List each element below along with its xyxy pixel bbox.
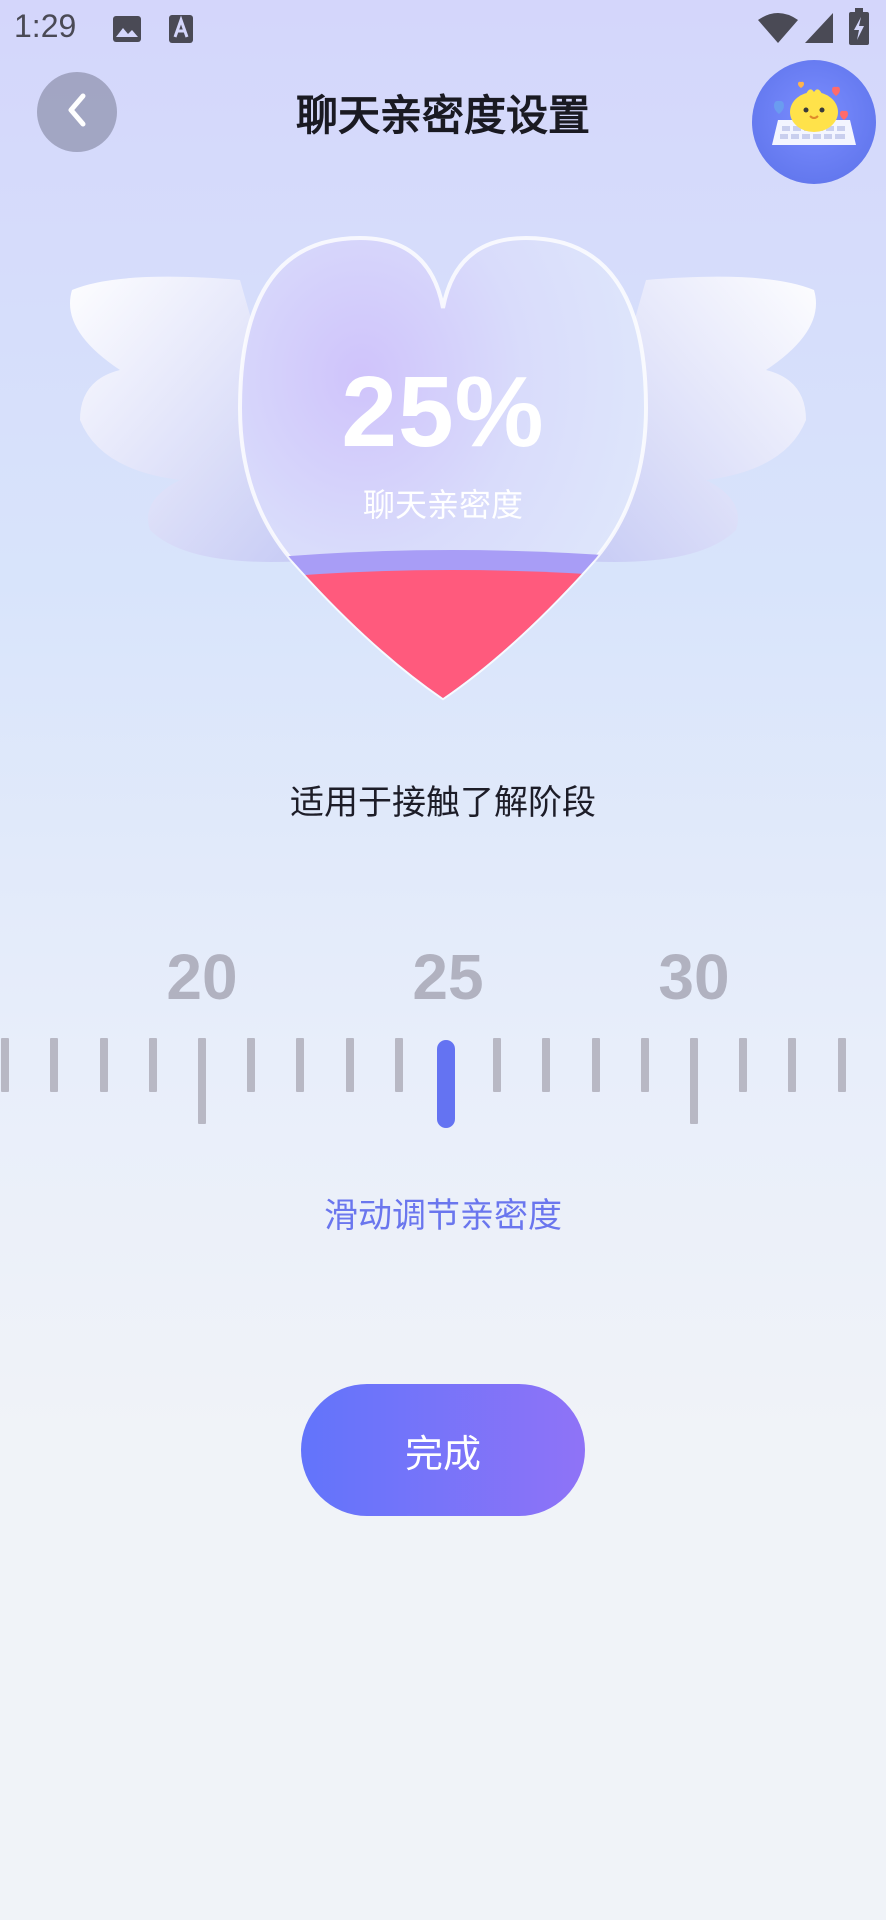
ruler-tick — [148, 1038, 157, 1092]
done-button[interactable]: 完成 — [301, 1384, 585, 1516]
ruler-indicator[interactable] — [437, 1040, 455, 1128]
stage-description: 适用于接触了解阶段 — [290, 783, 596, 823]
intimacy-percent: 25% — [341, 356, 545, 468]
chick-keyboard-mascot-icon — [772, 81, 856, 145]
image-icon — [112, 15, 142, 47]
ruler-tick — [99, 1038, 108, 1092]
ruler-tick — [394, 1038, 403, 1092]
ruler-tick — [739, 1038, 748, 1092]
ruler-tick — [50, 1038, 59, 1092]
ruler-tick — [345, 1038, 354, 1092]
ruler-label-25: 25 — [412, 941, 484, 1013]
ruler-tick — [247, 1038, 256, 1092]
ruler-tick — [493, 1038, 502, 1092]
ruler-tick — [542, 1038, 551, 1092]
ruler-major-tick — [198, 1038, 206, 1124]
ruler-tick — [640, 1038, 649, 1092]
ruler-tick — [837, 1038, 846, 1092]
font-a-icon — [168, 14, 194, 48]
ruler-tick — [296, 1038, 305, 1092]
status-time: 1:29 — [14, 8, 77, 44]
wifi-icon — [758, 12, 798, 48]
slide-hint: 滑动调节亲密度 — [324, 1196, 562, 1236]
battery-charging-icon — [848, 8, 870, 50]
ruler-major-tick — [690, 1038, 698, 1124]
ruler-label-30: 30 — [658, 941, 730, 1013]
mascot-avatar-button[interactable] — [752, 60, 876, 184]
ruler-tick — [591, 1038, 600, 1092]
ruler-tick — [1, 1038, 10, 1092]
signal-icon — [804, 12, 834, 48]
ruler-tick — [788, 1038, 797, 1092]
status-bar: 1:29 — [0, 0, 886, 56]
intimacy-caption: 聊天亲密度 — [362, 486, 523, 524]
intimacy-heart-graphic — [60, 230, 826, 710]
ruler-label-20: 20 — [166, 941, 238, 1013]
